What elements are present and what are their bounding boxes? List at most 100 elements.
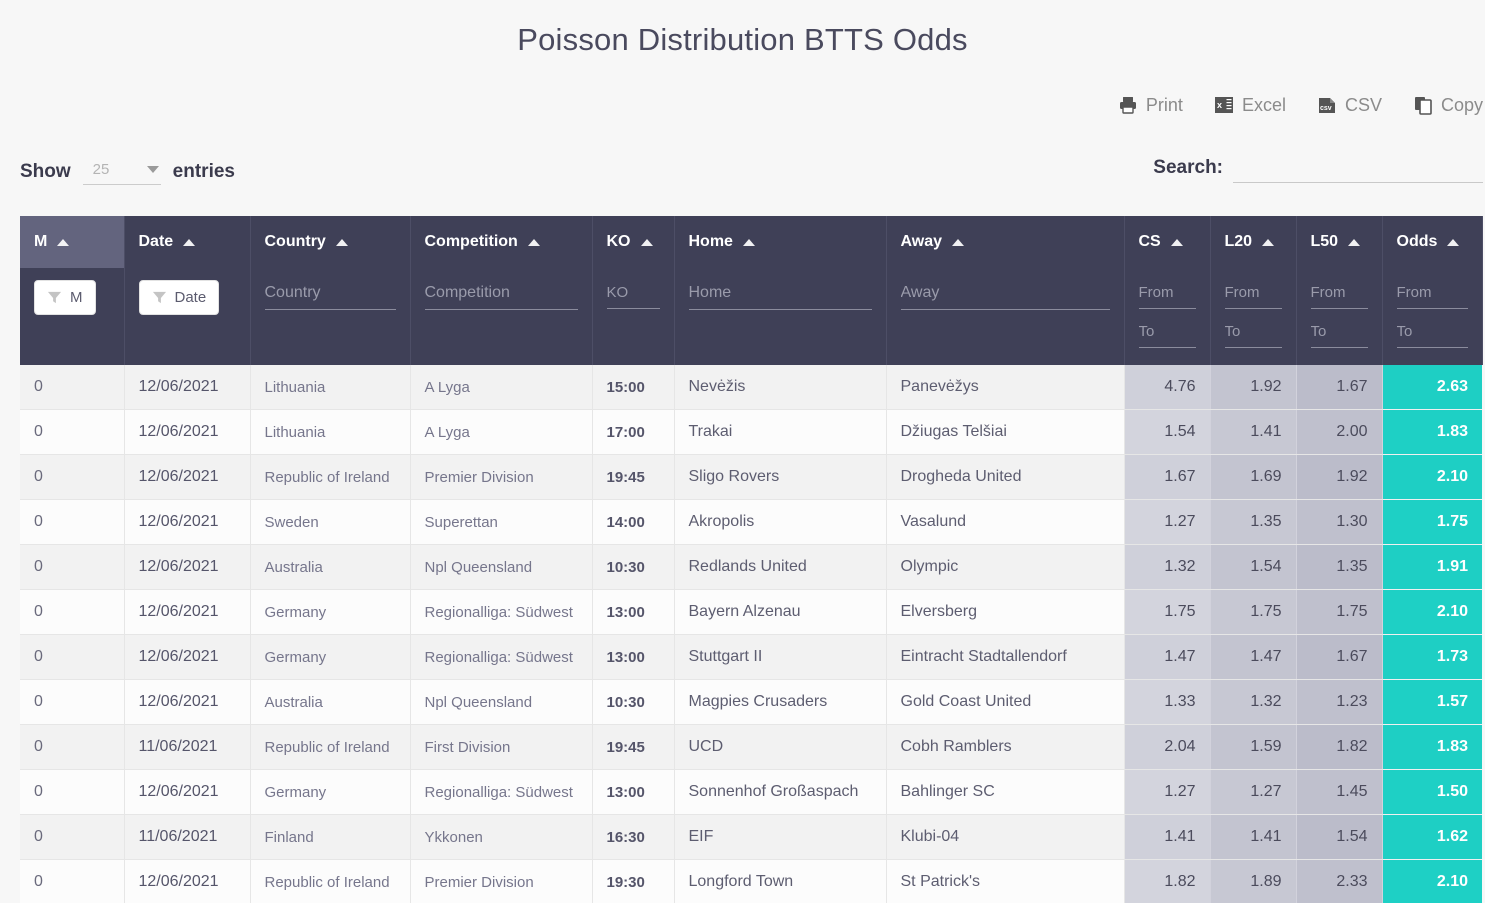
cell-date: 12/06/2021 xyxy=(124,365,251,410)
column-header-competition-label: Competition xyxy=(424,233,518,250)
cell-cs: 1.33 xyxy=(1124,679,1211,725)
table-row[interactable]: 0 12/06/2021 Sweden Superettan 14:00 Akropoli… xyxy=(20,499,1482,545)
filter-odds-from-input[interactable] xyxy=(1396,280,1468,309)
copy-button[interactable]: Copy xyxy=(1412,94,1483,116)
filter-l50-to-input[interactable] xyxy=(1310,319,1368,348)
filter-cell-home xyxy=(674,268,887,365)
column-header-cs-label: CS xyxy=(1138,233,1161,250)
column-header-cs[interactable]: CS xyxy=(1124,216,1211,268)
cell-competition: Npl Queensland xyxy=(410,544,593,590)
cell-odds: 1.83 xyxy=(1382,724,1482,770)
table-row[interactable]: 0 12/06/2021 Australia Npl Queensland 10:30 R… xyxy=(20,544,1482,590)
cell-l20: 1.92 xyxy=(1210,365,1297,410)
cell-odds: 1.73 xyxy=(1382,634,1482,680)
entries-label: entries xyxy=(172,161,235,182)
cell-l20: 1.41 xyxy=(1210,814,1297,860)
print-button[interactable]: Print xyxy=(1117,94,1183,116)
column-header-country-label: Country xyxy=(264,233,326,250)
filter-cs-from-input[interactable] xyxy=(1138,280,1196,309)
cell-country: Republic of Ireland xyxy=(250,724,411,770)
cell-away: Eintracht Stadtallendorf xyxy=(886,634,1125,680)
search-input[interactable] xyxy=(1233,158,1483,183)
table-row[interactable]: 0 12/06/2021 Australia Npl Queensland 10:30 M… xyxy=(20,679,1482,725)
filter-cell-l20 xyxy=(1210,268,1297,365)
column-header-ko[interactable]: KO xyxy=(592,216,675,268)
table-row[interactable]: 0 12/06/2021 Republic of Ireland Premier Di… xyxy=(20,859,1482,903)
table-row[interactable]: 0 12/06/2021 Lithuania A Lyga 17:00 Trakai Dži… xyxy=(20,409,1482,455)
cell-date: 12/06/2021 xyxy=(124,769,251,815)
cell-country: Germany xyxy=(250,634,411,680)
cell-l50: 1.35 xyxy=(1296,544,1383,590)
filter-m-button-label: M xyxy=(70,289,83,306)
cell-competition: Premier Division xyxy=(410,859,593,903)
filter-cell-away xyxy=(886,268,1125,365)
cell-competition: Ykkonen xyxy=(410,814,593,860)
cell-l20: 1.41 xyxy=(1210,409,1297,455)
filter-home-input[interactable] xyxy=(688,280,872,310)
cell-cs: 1.67 xyxy=(1124,454,1211,500)
cell-away: Drogheda United xyxy=(886,454,1125,500)
filter-l20-to-input[interactable] xyxy=(1224,319,1282,348)
table-row[interactable]: 0 12/06/2021 Germany Regionalliga: Südwest 1… xyxy=(20,769,1482,815)
cell-cs: 1.32 xyxy=(1124,544,1211,590)
cell-ko: 10:30 xyxy=(592,679,675,725)
table-row[interactable]: 0 12/06/2021 Germany Regionalliga: Südwest 1… xyxy=(20,634,1482,680)
cell-country: Lithuania xyxy=(250,409,411,455)
table-row[interactable]: 0 12/06/2021 Lithuania A Lyga 15:00 Nevėžis Pa… xyxy=(20,365,1482,410)
cell-m: 0 xyxy=(20,544,125,590)
column-header-competition[interactable]: Competition xyxy=(410,216,593,268)
column-header-odds[interactable]: Odds xyxy=(1382,216,1483,268)
filter-ko-input[interactable] xyxy=(606,280,660,309)
filter-away-input[interactable] xyxy=(900,280,1110,310)
cell-home: Sligo Rovers xyxy=(674,454,887,500)
table-row[interactable]: 0 11/06/2021 Republic of Ireland First Divi… xyxy=(20,724,1482,770)
column-header-country[interactable]: Country xyxy=(250,216,411,268)
cell-competition: Regionalliga: Südwest xyxy=(410,589,593,635)
cell-ko: 10:30 xyxy=(592,544,675,590)
cell-cs: 4.76 xyxy=(1124,365,1211,410)
filter-m-button[interactable]: M xyxy=(34,280,96,315)
search-label: Search: xyxy=(1153,157,1223,178)
funnel-icon xyxy=(47,290,62,305)
cell-m: 0 xyxy=(20,634,125,680)
csv-button[interactable]: csv CSV xyxy=(1316,94,1382,116)
excel-button[interactable]: x Excel xyxy=(1213,94,1286,116)
entries-select[interactable]: 25 xyxy=(82,159,161,185)
cell-l50: 2.00 xyxy=(1296,409,1383,455)
filter-l50-from-input[interactable] xyxy=(1310,280,1368,309)
cell-cs: 1.54 xyxy=(1124,409,1211,455)
cell-competition: Regionalliga: Südwest xyxy=(410,769,593,815)
cell-odds: 1.91 xyxy=(1382,544,1482,590)
filter-country-input[interactable] xyxy=(264,280,396,310)
column-header-l50[interactable]: L50 xyxy=(1296,216,1383,268)
cell-l50: 1.30 xyxy=(1296,499,1383,545)
filter-competition-input[interactable] xyxy=(424,280,578,310)
column-header-date-label: Date xyxy=(138,233,174,250)
cell-away: Klubi-04 xyxy=(886,814,1125,860)
cell-ko: 16:30 xyxy=(592,814,675,860)
cell-country: Australia xyxy=(250,679,411,725)
column-header-away[interactable]: Away xyxy=(886,216,1125,268)
filter-l20-from-input[interactable] xyxy=(1224,280,1282,309)
table-row[interactable]: 0 12/06/2021 Germany Regionalliga: Südwest 1… xyxy=(20,589,1482,635)
cell-away: Panevėžys xyxy=(886,365,1125,410)
cell-competition: Premier Division xyxy=(410,454,593,500)
column-header-m[interactable]: M xyxy=(20,216,125,268)
cell-competition: A Lyga xyxy=(410,365,593,410)
column-header-date[interactable]: Date xyxy=(124,216,251,268)
column-header-l50-label: L50 xyxy=(1310,233,1339,250)
column-header-l20[interactable]: L20 xyxy=(1210,216,1297,268)
filter-date-button[interactable]: Date xyxy=(138,280,220,315)
cell-away: Elversberg xyxy=(886,589,1125,635)
cell-home: Longford Town xyxy=(674,859,887,903)
cell-home: Nevėžis xyxy=(674,365,887,410)
table-row[interactable]: 0 12/06/2021 Republic of Ireland Premier Di… xyxy=(20,454,1482,500)
filter-odds-to-input[interactable] xyxy=(1396,319,1468,348)
cell-m: 0 xyxy=(20,589,125,635)
column-header-home[interactable]: Home xyxy=(674,216,887,268)
cell-l20: 1.89 xyxy=(1210,859,1297,903)
cell-odds: 1.57 xyxy=(1382,679,1482,725)
filter-cs-to-input[interactable] xyxy=(1138,319,1196,348)
cell-m: 0 xyxy=(20,365,125,410)
table-row[interactable]: 0 11/06/2021 Finland Ykkonen 16:30 EIF Klubi-0… xyxy=(20,814,1482,860)
